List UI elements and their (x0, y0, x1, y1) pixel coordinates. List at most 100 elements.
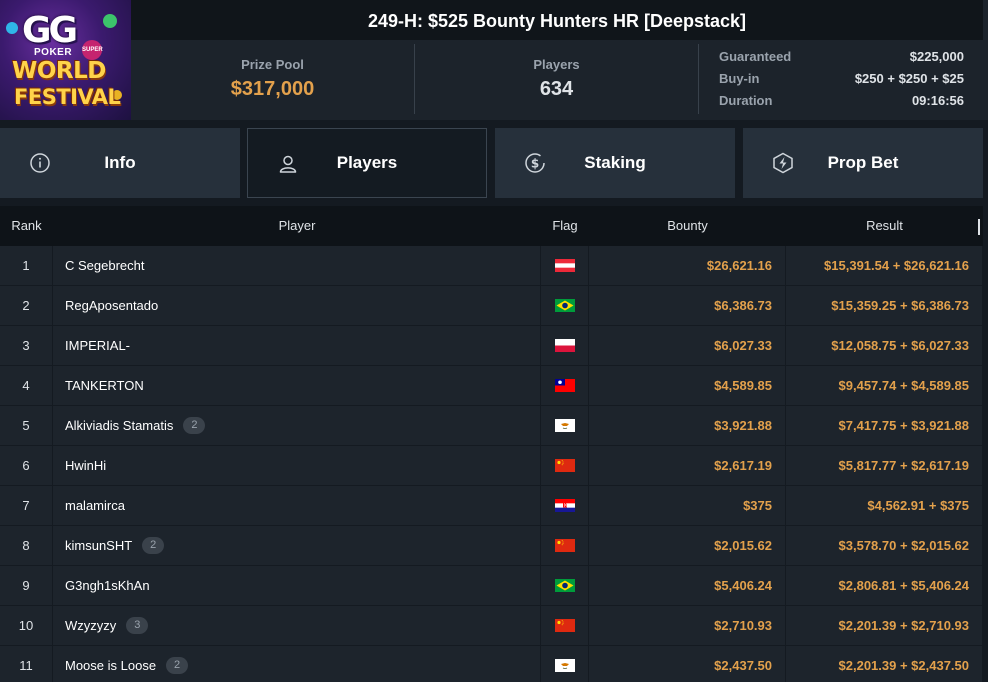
player-cell[interactable]: RegAposentado (53, 286, 541, 325)
player-cell[interactable]: C Segebrecht (53, 246, 541, 285)
flag-cell (541, 646, 589, 682)
flag-cell (541, 606, 589, 645)
player-name[interactable]: G3ngh1sKhAn (65, 566, 150, 606)
table-row[interactable]: 10 Wzyzyzy 3 $2,710.93 $2,201.39 + $2,710… (0, 606, 983, 646)
players-value: 634 (539, 78, 574, 100)
brazil-flag-icon (554, 299, 575, 312)
result-cell: $3,578.70 + $2,015.62 (786, 526, 983, 565)
brazil-flag-icon (554, 579, 575, 592)
player-cell[interactable]: IMPERIAL- (53, 326, 541, 365)
player-name[interactable]: Alkiviadis Stamatis (65, 406, 173, 446)
player-name[interactable]: RegAposentado (65, 286, 158, 326)
tab-info-label: Info (104, 153, 136, 172)
rank-cell: 5 (0, 406, 53, 445)
header-player[interactable]: Player (53, 206, 541, 246)
table-row[interactable]: 2 RegAposentado $6,386.73 $15,359.25 + $… (0, 286, 983, 326)
buy-in-value: $250 + $250 + $25 (854, 71, 964, 86)
player-cell[interactable]: Alkiviadis Stamatis 2 (53, 406, 541, 445)
duration-value: 09:16:56 (911, 93, 964, 108)
table-row[interactable]: 6 HwinHi $2,617.19 $5,817.77 + $2,617.19 (0, 446, 983, 486)
guaranteed-row: Guaranteed $225,000 (700, 46, 970, 68)
player-name[interactable]: malamirca (65, 486, 125, 526)
info-icon (30, 153, 50, 173)
duration-row: Duration 09:16:56 (700, 90, 970, 112)
player-cell[interactable]: Wzyzyzy 3 (53, 606, 541, 645)
player-cell[interactable]: HwinHi (53, 446, 541, 485)
bounty-cell: $4,589.85 (589, 366, 786, 405)
players-table: Rank Player Flag Bounty Result 1 C Segeb… (0, 206, 983, 682)
entries-badge: 2 (166, 657, 189, 674)
bounty-cell: $6,027.33 (589, 326, 786, 365)
bounty-cell: $6,386.73 (589, 286, 786, 325)
flag-cell (541, 406, 589, 445)
column-resize-handle[interactable] (978, 219, 980, 235)
flag-cell (541, 286, 589, 325)
china-flag-icon (554, 619, 575, 632)
player-name[interactable]: Wzyzyzy (65, 606, 116, 646)
table-row[interactable]: 3 IMPERIAL- $6,027.33 $12,058.75 + $6,02… (0, 326, 983, 366)
players-label: Players (533, 57, 580, 72)
player-name[interactable]: kimsunSHT (65, 526, 132, 566)
taiwan-flag-icon (554, 379, 575, 392)
header-bounty[interactable]: Bounty (589, 206, 786, 246)
player-name[interactable]: C Segebrecht (65, 246, 145, 286)
result-cell: $12,058.75 + $6,027.33 (786, 326, 983, 365)
tab-prop-bet[interactable]: Prop Bet (743, 128, 983, 198)
rank-cell: 3 (0, 326, 53, 365)
gg-world-festival-logo: GG POKER SUPER WORLD FESTIVAL (0, 0, 131, 120)
player-cell[interactable]: Moose is Loose 2 (53, 646, 541, 682)
player-cell[interactable]: G3ngh1sKhAn (53, 566, 541, 605)
table-row[interactable]: 4 TANKERTON $4,589.85 $9,457.74 + $4,589… (0, 366, 983, 406)
poland-flag-icon (554, 339, 575, 352)
header-result[interactable]: Result (786, 206, 983, 246)
table-row[interactable]: 9 G3ngh1sKhAn $5,406.24 $2,806.81 + $5,4… (0, 566, 983, 606)
prize-pool-label: Prize Pool (241, 57, 304, 72)
player-cell[interactable]: malamirca (53, 486, 541, 525)
flag-cell (541, 326, 589, 365)
bounty-cell: $3,921.88 (589, 406, 786, 445)
rank-cell: 7 (0, 486, 53, 525)
tab-info[interactable]: Info (0, 128, 240, 198)
china-flag-icon (554, 459, 575, 472)
table-body: 1 C Segebrecht $26,621.16 $15,391.54 + $… (0, 246, 983, 682)
tab-prop-bet-label: Prop Bet (827, 153, 899, 172)
result-cell: $15,359.25 + $6,386.73 (786, 286, 983, 325)
table-row[interactable]: 1 C Segebrecht $26,621.16 $15,391.54 + $… (0, 246, 983, 286)
table-row[interactable]: 7 malamirca $375 $4,562.91 + $375 (0, 486, 983, 526)
entries-badge: 3 (126, 617, 149, 634)
rank-cell: 9 (0, 566, 53, 605)
tab-staking[interactable]: $ Staking (495, 128, 735, 198)
entries-badge: 2 (142, 537, 165, 554)
flag-cell (541, 486, 589, 525)
rank-cell: 10 (0, 606, 53, 645)
player-name[interactable]: TANKERTON (65, 366, 144, 406)
table-row[interactable]: 11 Moose is Loose 2 $2,437.50 $2,201.39 +… (0, 646, 983, 682)
player-cell[interactable]: kimsunSHT 2 (53, 526, 541, 565)
tournament-header: GG POKER SUPER WORLD FESTIVAL 249-H: $52… (0, 0, 988, 120)
player-name[interactable]: IMPERIAL- (65, 326, 130, 366)
flag-cell (541, 526, 589, 565)
buy-in-row: Buy-in $250 + $250 + $25 (700, 68, 970, 90)
header-rank[interactable]: Rank (0, 206, 53, 246)
header-flag[interactable]: Flag (541, 206, 589, 246)
prize-pool-stat: Prize Pool $317,000 (131, 44, 414, 116)
bounty-cell: $2,437.50 (589, 646, 786, 682)
player-name[interactable]: HwinHi (65, 446, 106, 486)
buy-in-label: Buy-in (719, 71, 760, 86)
china-flag-icon (554, 539, 575, 552)
guaranteed-value: $225,000 (909, 49, 964, 64)
entries-badge: 2 (183, 417, 206, 434)
bounty-cell: $2,617.19 (589, 446, 786, 485)
table-row[interactable]: 8 kimsunSHT 2 $2,015.62 $3,578.70 + $2,01… (0, 526, 983, 566)
tab-players[interactable]: Players (247, 128, 487, 198)
prize-pool-value: $317,000 (230, 78, 315, 100)
result-cell: $2,201.39 + $2,710.93 (786, 606, 983, 645)
svg-text:$: $ (531, 157, 539, 171)
dollar-coin-icon: $ (525, 153, 545, 173)
flag-cell (541, 366, 589, 405)
player-cell[interactable]: TANKERTON (53, 366, 541, 405)
bounty-cell: $26,621.16 (589, 246, 786, 285)
table-row[interactable]: 5 Alkiviadis Stamatis 2 $3,921.88 $7,417.… (0, 406, 983, 446)
flag-cell (541, 446, 589, 485)
player-name[interactable]: Moose is Loose (65, 646, 156, 682)
